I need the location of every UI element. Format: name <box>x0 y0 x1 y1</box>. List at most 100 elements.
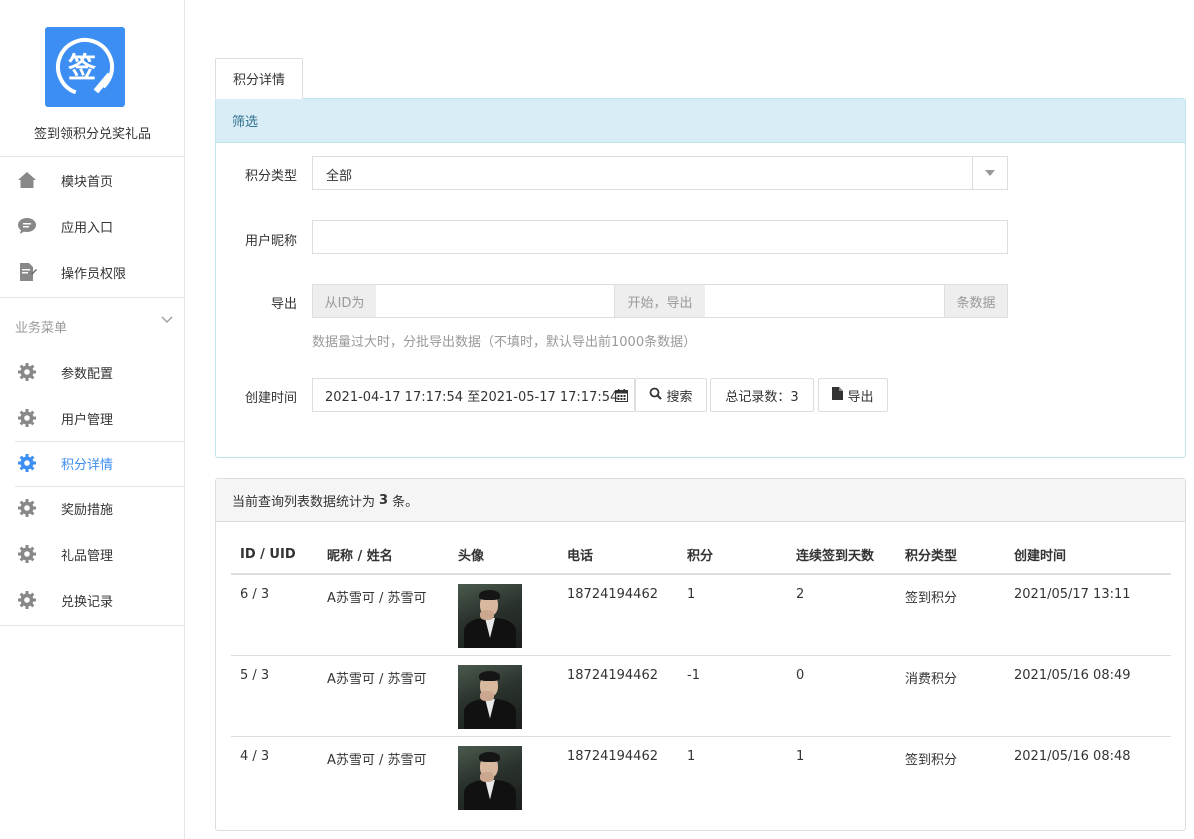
sidebar-item-app-entry[interactable]: 应用入口 <box>0 204 185 248</box>
cell-created: 2021/05/17 13:11 <box>1005 574 1171 656</box>
result-summary: 当前查询列表数据统计为 3 条。 <box>216 479 1185 522</box>
export-from-addon: 从ID为 <box>312 284 377 318</box>
created-time-label: 创建时间 <box>244 391 297 406</box>
column-header: 头像 <box>449 536 558 575</box>
gear-icon <box>17 590 37 610</box>
gear-icon <box>17 408 37 428</box>
sidebar-item-label: 应用入口 <box>61 220 114 236</box>
cell-id-uid: 4 / 3 <box>240 748 270 764</box>
cell-streak: 1 <box>796 748 805 764</box>
column-header: 积分 <box>678 536 787 575</box>
nickname-label: 用户昵称 <box>244 234 297 249</box>
export-hint: 数据量过大时，分批导出数据（不填时，默认导出前1000条数据） <box>312 335 697 350</box>
column-header: 昵称 / 姓名 <box>318 536 449 575</box>
export-button-label: 导出 <box>847 389 874 405</box>
divider <box>0 297 185 298</box>
document-edit-icon <box>17 262 37 282</box>
gear-icon <box>17 453 37 473</box>
total-records-label: 总记录数：3 <box>725 389 799 405</box>
column-header: 电话 <box>558 536 678 575</box>
cell-phone: 18724194462 <box>567 748 658 764</box>
points-type-value: 全部 <box>326 169 353 184</box>
cell-name: A苏雪可 / 苏雪可 <box>318 574 449 656</box>
export-mid-addon: 开始，导出 <box>614 284 706 318</box>
table-header-row: ID / UID 昵称 / 姓名 头像 电话 积分 连续签到天数 积分类型 创建… <box>231 536 1171 575</box>
points-table: ID / UID 昵称 / 姓名 头像 电话 积分 连续签到天数 积分类型 创建… <box>231 536 1171 817</box>
cell-id-uid: 6 / 3 <box>231 574 318 656</box>
chevron-down-icon[interactable] <box>160 312 174 326</box>
export-count-input[interactable] <box>705 284 945 318</box>
cell-points: 1 <box>678 574 787 656</box>
cell-phone: 18724194462 <box>558 655 678 737</box>
filter-panel-title: 筛选 <box>216 99 1185 143</box>
sidebar-item-rewards[interactable]: 奖励措施 <box>0 486 185 530</box>
gear-icon <box>17 544 37 564</box>
summary-count: 3 <box>379 492 389 508</box>
sidebar-item-users[interactable]: 用户管理 <box>0 396 185 440</box>
column-header: 连续签到天数 <box>787 536 896 575</box>
sidebar-item-operator-permission[interactable]: 操作员权限 <box>0 250 185 294</box>
cell-type: 签到积分 <box>896 574 1005 656</box>
export-label: 导出 <box>270 297 297 312</box>
sidebar-item-points-detail[interactable]: 积分详情 <box>0 441 185 485</box>
summary-prefix: 当前查询列表数据统计为 <box>232 494 376 510</box>
points-type-label: 积分类型 <box>244 169 297 184</box>
table-row: 6 / 3 A苏雪可 / 苏雪可 18724194462 1 2 签到积分 20… <box>231 574 1171 656</box>
table-row: 5 / 3 A苏雪可 / 苏雪可 18724194462 -1 0 消费积分 2… <box>231 655 1171 737</box>
sidebar-item-label: 兑换记录 <box>61 594 114 610</box>
search-icon <box>649 387 663 404</box>
avatar <box>458 745 522 810</box>
cell-avatar <box>449 574 558 656</box>
sidebar-item-label: 积分详情 <box>61 457 114 473</box>
avatar <box>458 584 522 648</box>
sidebar-item-label: 操作员权限 <box>61 266 127 282</box>
sidebar-item-exchange-records[interactable]: 兑换记录 <box>0 578 185 622</box>
cell-id-uid: 5 / 3 <box>231 655 318 737</box>
search-button-label: 搜索 <box>666 389 693 405</box>
summary-suffix: 条。 <box>392 494 419 510</box>
column-header: ID / UID <box>231 536 318 575</box>
cell-type: 签到积分 <box>905 752 958 768</box>
export-from-id-input[interactable] <box>376 284 615 318</box>
cell-phone: 18724194462 <box>558 574 678 656</box>
sidebar-item-label: 模块首页 <box>61 174 114 190</box>
column-header: 创建时间 <box>1005 536 1171 575</box>
result-panel: 当前查询列表数据统计为 3 条。 ID / UID 昵称 / 姓名 头像 电话 … <box>215 478 1186 831</box>
logo-char: 签 <box>68 51 96 84</box>
sidebar-item-label: 参数配置 <box>61 366 114 382</box>
sidebar-item-gifts[interactable]: 礼品管理 <box>0 532 185 576</box>
cell-points: 1 <box>687 748 696 764</box>
tab-points-detail[interactable]: 积分详情 <box>215 58 303 99</box>
sidebar-item-home[interactable]: 模块首页 <box>0 158 185 202</box>
cell-name: A苏雪可 / 苏雪可 <box>318 655 449 737</box>
menu-group-title: 业务菜单 <box>15 321 68 336</box>
cell-streak: 0 <box>787 655 896 737</box>
cell-name: A苏雪可 / 苏雪可 <box>327 752 427 768</box>
sidebar-item-params[interactable]: 参数配置 <box>0 350 185 394</box>
cell-points: -1 <box>678 655 787 737</box>
gear-icon <box>17 362 37 382</box>
column-header: 积分类型 <box>896 536 1005 575</box>
total-records-badge: 总记录数：3 <box>710 378 814 412</box>
cell-created: 2021/05/16 08:48 <box>1014 748 1131 764</box>
export-button[interactable]: 导出 <box>818 378 888 412</box>
sidebar-item-label: 奖励措施 <box>61 502 114 518</box>
cell-type: 消费积分 <box>896 655 1005 737</box>
points-type-select[interactable]: 全部 <box>312 156 1008 190</box>
cell-created: 2021/05/16 08:49 <box>1005 655 1171 737</box>
nickname-input[interactable] <box>312 220 1008 254</box>
table-row: 4 / 3 A苏雪可 / 苏雪可 18724194462 1 1 签到积分 20… <box>231 736 1171 817</box>
cell-avatar <box>449 655 558 737</box>
app-logo: 签 <box>45 27 125 107</box>
home-icon <box>17 170 37 190</box>
date-range-input[interactable]: 2021-04-17 17:17:54 至2021-05-17 17:17:54 <box>312 378 635 412</box>
chat-icon <box>17 216 37 236</box>
sidebar-item-label: 礼品管理 <box>61 548 114 564</box>
gear-icon <box>17 498 37 518</box>
sidebar-item-label: 用户管理 <box>61 412 114 428</box>
cell-streak: 2 <box>787 574 896 656</box>
search-button[interactable]: 搜索 <box>635 378 707 412</box>
caret-down-icon[interactable] <box>972 157 1007 189</box>
date-range-value: 2021-04-17 17:17:54 至2021-05-17 17:17:54 <box>325 389 619 405</box>
file-icon <box>832 386 844 404</box>
